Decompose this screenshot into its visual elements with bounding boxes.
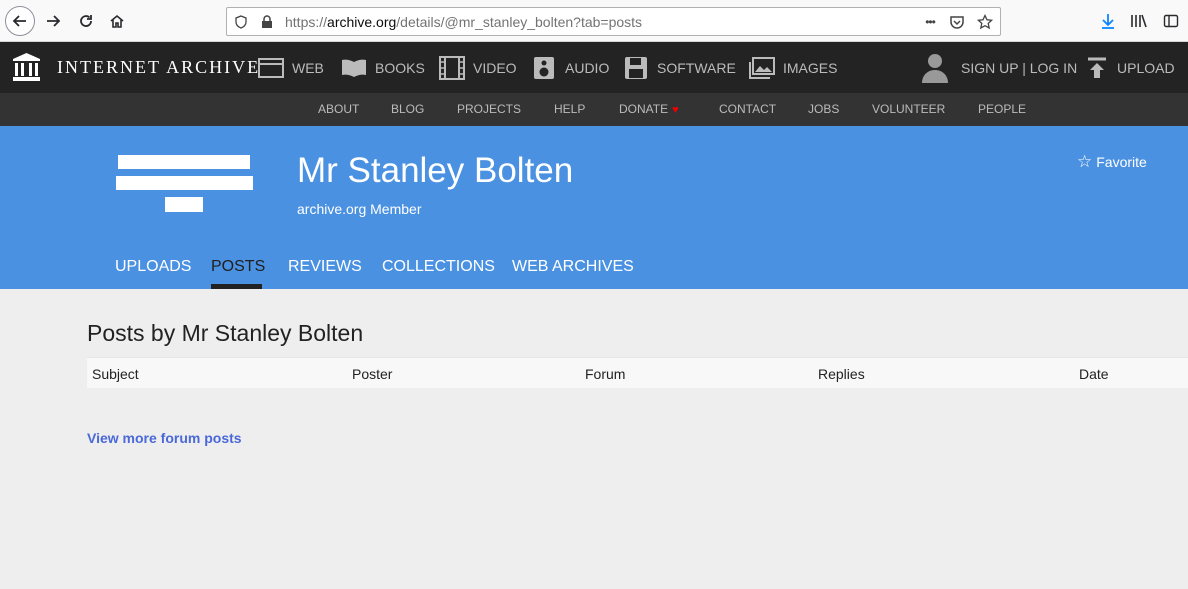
- posts-table-header: Subject Poster Forum Replies Date: [87, 357, 1188, 388]
- nav-books-label: BOOKS: [375, 59, 425, 76]
- nav-images[interactable]: IMAGES: [749, 42, 837, 93]
- column-replies[interactable]: Replies: [818, 366, 865, 382]
- ia-sub-nav: ABOUT BLOG PROJECTS HELP DONATE ♥ CONTACT…: [0, 93, 1188, 126]
- favorite-label: Favorite: [1096, 154, 1147, 170]
- nav-video-label: VIDEO: [473, 59, 517, 76]
- video-icon: [439, 55, 465, 80]
- ia-top-nav: INTERNET ARCHIVE WEB BOOKS VIDEO AUDIO S…: [0, 42, 1188, 93]
- star-icon: ☆: [1077, 152, 1093, 171]
- nav-audio[interactable]: AUDIO: [531, 42, 609, 93]
- url-host: archive.org: [327, 14, 397, 30]
- signup-login-label: SIGN UP | LOG IN: [961, 59, 1078, 76]
- column-poster[interactable]: Poster: [352, 366, 392, 382]
- subnav-projects[interactable]: PROJECTS: [457, 102, 521, 116]
- user-icon: [922, 53, 948, 83]
- signup-login-link[interactable]: SIGN UP | LOG IN: [921, 42, 1077, 93]
- nav-software[interactable]: SOFTWARE: [623, 42, 736, 93]
- subnav-jobs[interactable]: JOBS: [808, 102, 839, 116]
- reload-icon: [80, 15, 92, 27]
- subnav-help[interactable]: HELP: [554, 102, 585, 116]
- ia-logo-text: INTERNET ARCHIVE: [57, 56, 261, 77]
- column-forum[interactable]: Forum: [585, 366, 625, 382]
- active-tab-indicator: [211, 284, 262, 289]
- tab-collections[interactable]: COLLECTIONS: [382, 258, 495, 276]
- library-icon[interactable]: [1128, 10, 1150, 32]
- nav-software-label: SOFTWARE: [657, 59, 736, 76]
- subnav-people[interactable]: PEOPLE: [978, 102, 1026, 116]
- column-date[interactable]: Date: [1079, 366, 1109, 382]
- subnav-donate[interactable]: DONATE ♥: [619, 102, 679, 116]
- bookmark-star-icon[interactable]: [977, 14, 993, 30]
- reload-button[interactable]: [71, 6, 101, 36]
- tab-uploads[interactable]: UPLOADS: [115, 258, 191, 276]
- images-icon: [749, 56, 775, 80]
- url-bar[interactable]: https://archive.org/details/@mr_stanley_…: [226, 7, 1001, 36]
- shield-icon[interactable]: [233, 14, 249, 30]
- browser-toolbar: https://archive.org/details/@mr_stanley_…: [0, 0, 1188, 42]
- avatar-bar-top: [118, 155, 250, 169]
- profile-role: archive.org Member: [297, 201, 422, 217]
- nav-video[interactable]: VIDEO: [439, 42, 517, 93]
- upload-label: UPLOAD: [1117, 59, 1175, 76]
- sidebar-icon[interactable]: [1160, 10, 1182, 32]
- tab-reviews[interactable]: REVIEWS: [288, 258, 362, 276]
- page-actions-icon[interactable]: •••: [919, 14, 941, 30]
- home-button[interactable]: [102, 6, 132, 36]
- software-icon: [623, 56, 649, 80]
- upload-link[interactable]: UPLOAD: [1087, 42, 1175, 93]
- heart-icon: ♥: [672, 104, 679, 116]
- download-icon[interactable]: [1097, 10, 1119, 32]
- back-button[interactable]: [5, 6, 35, 36]
- audio-icon: [531, 56, 557, 80]
- nav-books[interactable]: BOOKS: [341, 42, 425, 93]
- page-title: Posts by Mr Stanley Bolten: [87, 320, 364, 346]
- ia-logo[interactable]: INTERNET ARCHIVE: [12, 52, 260, 82]
- favorite-button[interactable]: ☆ Favorite: [1077, 152, 1147, 172]
- nav-audio-label: AUDIO: [565, 59, 610, 76]
- upload-icon: [1088, 57, 1106, 78]
- books-icon: [341, 56, 367, 80]
- home-icon: [110, 14, 124, 28]
- pocket-icon[interactable]: [949, 14, 965, 30]
- nav-web[interactable]: WEB: [258, 42, 324, 93]
- view-more-posts-link[interactable]: View more forum posts: [87, 430, 242, 446]
- subnav-volunteer[interactable]: VOLUNTEER: [872, 102, 945, 116]
- arrow-right-icon: [47, 15, 61, 27]
- forward-button[interactable]: [38, 6, 68, 36]
- subnav-blog[interactable]: BLOG: [391, 102, 424, 116]
- avatar-bar-middle: [116, 176, 253, 190]
- column-subject[interactable]: Subject: [92, 366, 139, 382]
- url-prefix: https://: [285, 14, 328, 30]
- archive-building-icon: [13, 53, 40, 81]
- tab-posts[interactable]: POSTS: [211, 258, 265, 276]
- profile-name: Mr Stanley Bolten: [297, 151, 574, 190]
- subnav-about[interactable]: ABOUT: [318, 102, 359, 116]
- avatar-bar-bottom: [165, 197, 203, 212]
- nav-web-label: WEB: [292, 59, 324, 76]
- url-text[interactable]: https://archive.org/details/@mr_stanley_…: [285, 14, 642, 30]
- subnav-donate-label: DONATE: [619, 102, 669, 116]
- profile-header: Mr Stanley Bolten archive.org Member ☆ F…: [0, 126, 1188, 289]
- arrow-left-icon: [12, 15, 26, 27]
- tab-web-archives[interactable]: WEB ARCHIVES: [512, 258, 634, 276]
- lock-icon[interactable]: [259, 14, 275, 30]
- web-icon: [258, 56, 284, 80]
- url-path: /details/@mr_stanley_bolten?tab=posts: [396, 14, 643, 30]
- subnav-contact[interactable]: CONTACT: [719, 102, 776, 116]
- nav-images-label: IMAGES: [783, 59, 838, 76]
- avatar: [116, 155, 256, 215]
